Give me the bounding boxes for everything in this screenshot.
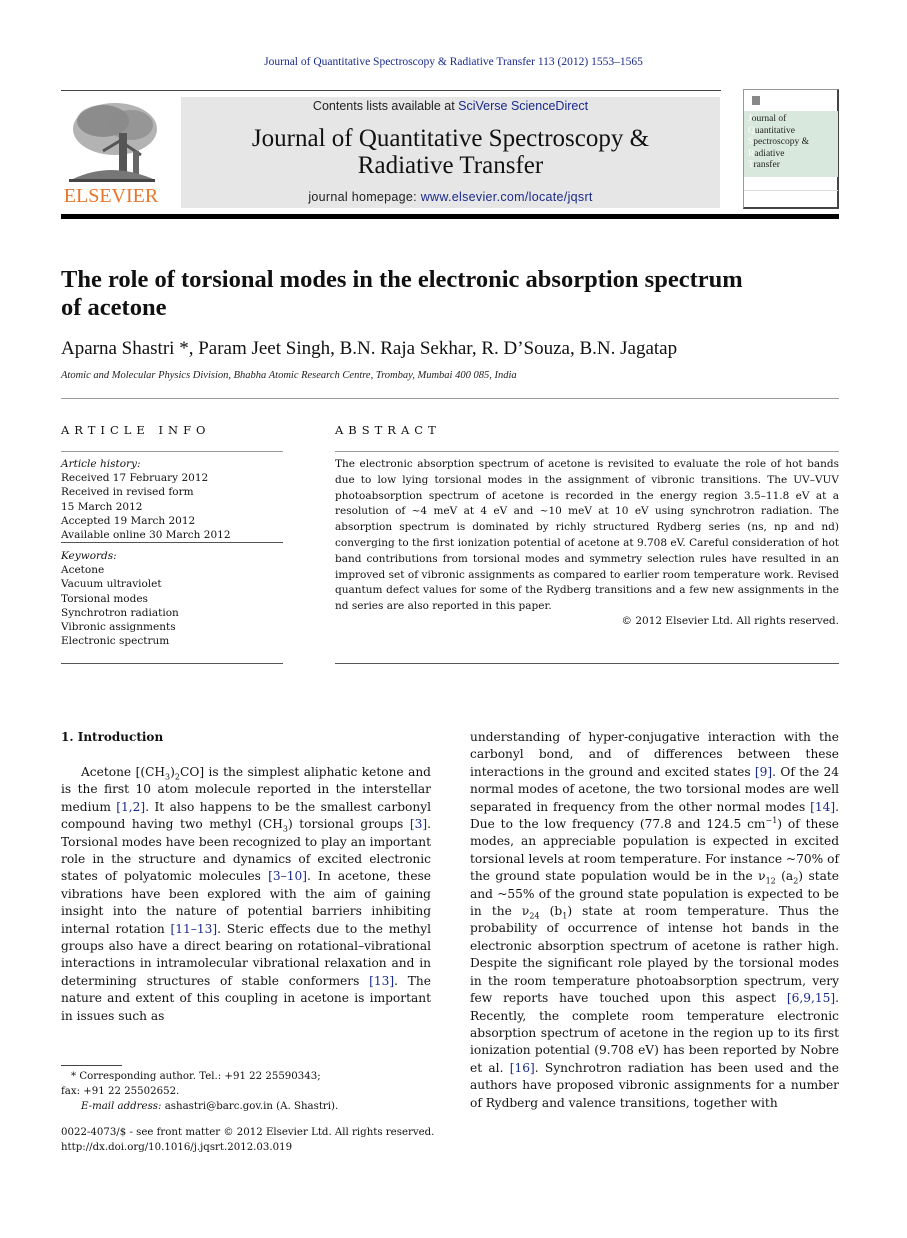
- cover-title: Journal of Quantitative Spectroscopy & R…: [748, 114, 809, 172]
- section-heading-introduction: 1. Introduction: [61, 730, 164, 744]
- issn-line: 0022-4073/$ - see front matter © 2012 El…: [61, 1127, 435, 1138]
- text-run: ) torsional groups: [287, 817, 410, 832]
- elsevier-tree-icon: [69, 103, 157, 182]
- cover-line: Spectroscopy &: [748, 137, 809, 147]
- masthead-thick-rule: [61, 214, 839, 219]
- journal-masthead: Contents lists available at SciVerse Sci…: [181, 97, 720, 208]
- subscript: 24: [529, 911, 540, 921]
- citation-link[interactable]: [16]: [510, 1061, 535, 1075]
- journal-title: Journal of Quantitative Spectroscopy & R…: [181, 125, 720, 179]
- history-label: Article history:: [61, 458, 141, 470]
- homepage-prefix: journal homepage:: [308, 190, 421, 204]
- journal-title-line-2: Radiative Transfer: [357, 152, 544, 179]
- cover-line: Journal of: [748, 114, 787, 124]
- citation-link[interactable]: [3–10]: [268, 869, 307, 883]
- keyword: Vibronic assignments: [61, 621, 176, 634]
- keywords-label: Keywords:: [61, 550, 117, 562]
- divider: [61, 398, 839, 399]
- text-run: Acetone [(CH: [81, 765, 166, 779]
- journal-cover-thumbnail[interactable]: Journal of Quantitative Spectroscopy & R…: [743, 89, 839, 209]
- doi-link[interactable]: http://dx.doi.org/10.1016/j.jqsrt.2012.0…: [61, 1140, 441, 1155]
- citation-link[interactable]: [14]: [810, 800, 835, 814]
- footnote-email: E-mail address: ashastri@barc.gov.in (A.…: [61, 1099, 436, 1114]
- history-item: Available online 30 March 2012: [61, 529, 231, 542]
- divider: [61, 542, 283, 543]
- subscript: 12: [765, 876, 776, 886]
- affiliation: Atomic and Molecular Physics Division, B…: [61, 370, 517, 381]
- cover-divider: [744, 190, 838, 191]
- homepage-line: journal homepage: www.elsevier.com/locat…: [181, 190, 720, 204]
- keyword: Acetone: [61, 564, 105, 577]
- article-title-line-2: of acetone: [61, 294, 167, 321]
- masthead-top-rule: [61, 90, 721, 91]
- cover-line: Transfer: [748, 160, 780, 170]
- text-run: ) state at room temperature. Thus the pr…: [470, 904, 839, 1006]
- text-run: (b: [539, 904, 563, 919]
- cover-logo-icon: [752, 96, 760, 105]
- abstract-copyright: © 2012 Elsevier Ltd. All rights reserved…: [621, 615, 839, 627]
- history-item: 15 March 2012: [61, 500, 143, 513]
- sciencedirect-link[interactable]: SciVerse ScienceDirect: [458, 99, 588, 113]
- email-address[interactable]: ashastri@barc.gov.in (A. Shastri).: [161, 1101, 339, 1112]
- journal-homepage-link[interactable]: www.elsevier.com/locate/jqsrt: [421, 190, 593, 204]
- keyword: Torsional modes: [61, 592, 148, 605]
- keyword: Electronic spectrum: [61, 635, 170, 648]
- superscript: −1: [765, 815, 778, 825]
- contents-prefix: Contents lists available at: [312, 99, 459, 113]
- citation-link[interactable]: [11–13]: [171, 922, 218, 936]
- article-info-heading: ARTICLE INFO: [61, 423, 211, 437]
- text-run: (a: [775, 869, 794, 884]
- introduction-paragraph-left: Acetone [(CH3)2CO] is the simplest aliph…: [61, 764, 431, 1025]
- journal-title-line-1: Journal of Quantitative Spectroscopy &: [251, 125, 650, 152]
- footnote-rule: [61, 1065, 122, 1066]
- keyword: Vacuum ultraviolet: [61, 578, 162, 591]
- cover-line: Quantitative: [748, 125, 795, 136]
- author-list[interactable]: Aparna Shastri *, Param Jeet Singh, B.N.…: [61, 338, 677, 360]
- citation-link[interactable]: [9]: [755, 765, 772, 779]
- history-item: Received 17 February 2012: [61, 472, 209, 485]
- article-title-line-1: The role of torsional modes in the elect…: [61, 266, 743, 293]
- running-head[interactable]: Journal of Quantitative Spectroscopy & R…: [0, 56, 907, 68]
- citation-link[interactable]: [6,9,15]: [787, 991, 835, 1005]
- divider: [61, 663, 283, 664]
- front-matter: 0022-4073/$ - see front matter © 2012 El…: [61, 1125, 441, 1155]
- corresponding-author-footnote: * Corresponding author. Tel.: +91 22 255…: [61, 1069, 436, 1114]
- divider: [335, 451, 839, 452]
- keyword: Synchrotron radiation: [61, 606, 179, 619]
- footnote-phone: * Corresponding author. Tel.: +91 22 255…: [71, 1071, 321, 1082]
- history-item: Received in revised form: [61, 486, 194, 499]
- cover-line: Radiative: [748, 148, 785, 159]
- elsevier-wordmark: ELSEVIER: [63, 185, 159, 207]
- email-label: E-mail address:: [81, 1101, 162, 1112]
- divider: [61, 451, 283, 452]
- article-history: Article history: Received 17 February 20…: [61, 457, 283, 542]
- elsevier-logo[interactable]: ELSEVIER: [61, 97, 161, 209]
- contents-line: Contents lists available at SciVerse Sci…: [181, 99, 720, 113]
- divider: [335, 663, 839, 664]
- citation-link[interactable]: [1,2]: [116, 800, 145, 814]
- history-item: Accepted 19 March 2012: [61, 514, 196, 527]
- citation-link[interactable]: [3]: [410, 817, 427, 831]
- article-title: The role of torsional modes in the elect…: [61, 266, 821, 322]
- citation-link[interactable]: [13]: [369, 974, 394, 988]
- introduction-paragraph-right: understanding of hyper-conjugative inter…: [470, 729, 839, 1112]
- abstract-heading: ABSTRACT: [335, 423, 441, 437]
- abstract-text: The electronic absorption spectrum of ac…: [335, 458, 839, 613]
- footnote-fax: fax: +91 22 25502652.: [61, 1086, 180, 1097]
- keywords: Keywords: Acetone Vacuum ultraviolet Tor…: [61, 549, 283, 648]
